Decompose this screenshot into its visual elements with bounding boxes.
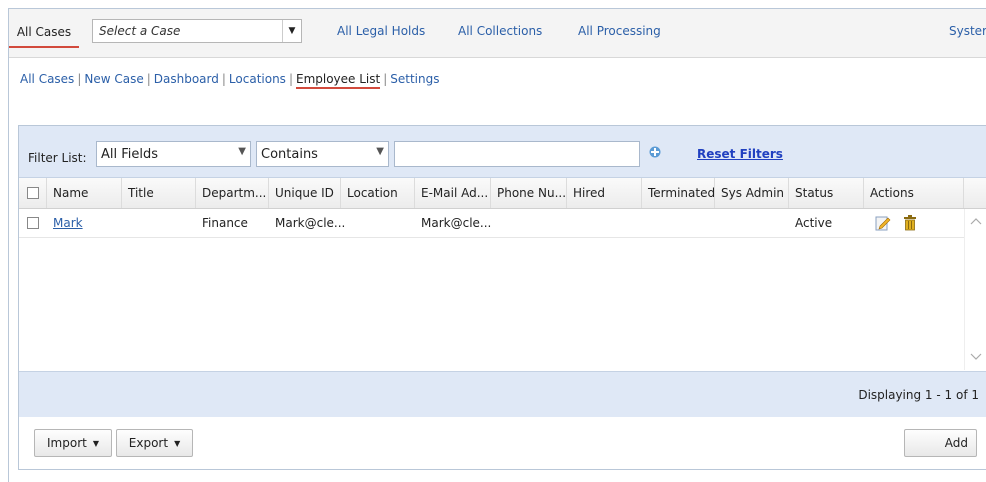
- displaying-count: Displaying 1 - 1 of 1: [858, 388, 979, 402]
- table-row[interactable]: Mark Finance Mark@cle... Mark@cle... Act…: [19, 209, 964, 238]
- tab-all-cases[interactable]: All Cases: [9, 18, 79, 48]
- cell-phone: [491, 209, 497, 237]
- delete-trash-icon[interactable]: [903, 215, 917, 231]
- filter-list-label: Filter List:: [28, 151, 87, 165]
- employee-name-link[interactable]: Mark: [47, 209, 83, 237]
- subnav-employee-list[interactable]: Employee List: [295, 72, 381, 89]
- col-location[interactable]: Location: [341, 178, 415, 208]
- cell-unique-id: Mark@cle...: [275, 216, 346, 230]
- chevron-down-icon: ▼: [238, 146, 246, 157]
- header-select-all[interactable]: [19, 178, 47, 208]
- nav-link-legal-holds[interactable]: All Legal Holds: [337, 24, 425, 38]
- select-all-checkbox[interactable]: [27, 187, 39, 199]
- row-checkbox[interactable]: [27, 217, 39, 229]
- cell-sys-admin: [715, 209, 721, 237]
- cell-department: Finance: [202, 216, 248, 230]
- col-title[interactable]: Title: [122, 178, 196, 208]
- select-case-dropdown[interactable]: Select a Case ▼: [92, 19, 302, 43]
- nav-link-collections[interactable]: All Collections: [458, 24, 542, 38]
- col-sys-admin[interactable]: Sys Admin: [715, 178, 789, 208]
- col-hired[interactable]: Hired: [567, 178, 642, 208]
- import-button[interactable]: Import ▼: [34, 429, 112, 457]
- filter-operator-value: Contains: [261, 147, 318, 162]
- add-filter-icon[interactable]: [649, 146, 661, 158]
- caret-down-icon: ▼: [174, 439, 181, 448]
- filter-value-input[interactable]: [394, 141, 640, 167]
- grid-vertical-scrollbar[interactable]: [964, 209, 986, 370]
- export-button-label: Export: [128, 436, 169, 450]
- grid-paging-bar: Displaying 1 - 1 of 1: [19, 371, 986, 417]
- subnav-settings[interactable]: Settings: [390, 72, 439, 86]
- col-email[interactable]: E-Mail Ad...: [415, 178, 491, 208]
- cell-hired: [567, 209, 573, 237]
- employee-list-panel: Filter List: All Fields ▼ Contains ▼ Res…: [18, 125, 986, 470]
- col-status[interactable]: Status: [789, 178, 864, 208]
- nav-link-system[interactable]: Syster: [949, 24, 986, 38]
- cell-email: Mark@cle...: [421, 216, 492, 230]
- col-unique-id[interactable]: Unique ID: [269, 178, 341, 208]
- add-button[interactable]: Add: [904, 429, 977, 457]
- filter-bar: Filter List: All Fields ▼ Contains ▼ Res…: [19, 126, 986, 178]
- col-terminated[interactable]: Terminated: [642, 178, 715, 208]
- nav-link-processing[interactable]: All Processing: [578, 24, 661, 38]
- reset-filters-link[interactable]: Reset Filters: [697, 147, 783, 161]
- dropdown-arrow-icon[interactable]: ▼: [282, 20, 301, 42]
- subnav-dashboard[interactable]: Dashboard: [154, 72, 219, 86]
- col-phone[interactable]: Phone Nu...: [491, 178, 567, 208]
- scroll-up-icon[interactable]: [970, 217, 982, 225]
- subnav-new-case[interactable]: New Case: [84, 72, 143, 86]
- filter-field-value: All Fields: [101, 147, 159, 162]
- chevron-down-icon: ▼: [376, 146, 384, 157]
- cell-location: [341, 209, 347, 237]
- col-department[interactable]: Departm...: [196, 178, 269, 208]
- col-actions[interactable]: Actions: [864, 178, 964, 208]
- cell-terminated: [642, 209, 648, 237]
- cell-status: Active: [795, 216, 833, 230]
- select-case-placeholder: Select a Case: [99, 24, 181, 38]
- caret-down-icon: ▼: [92, 439, 99, 448]
- cell-title: [122, 209, 128, 237]
- sub-navigation: All Cases | New Case | Dashboard | Locations | E…: [20, 72, 439, 89]
- subnav-locations[interactable]: Locations: [229, 72, 286, 86]
- edit-icon[interactable]: [875, 215, 891, 231]
- filter-operator-select[interactable]: Contains ▼: [256, 141, 389, 167]
- subnav-all-cases[interactable]: All Cases: [20, 72, 74, 86]
- grid-header: Name Title Departm... Unique ID Location…: [19, 178, 986, 209]
- scroll-down-icon[interactable]: [970, 353, 982, 361]
- filter-field-select[interactable]: All Fields ▼: [96, 141, 251, 167]
- export-button[interactable]: Export ▼: [116, 429, 193, 457]
- col-name[interactable]: Name: [47, 178, 122, 208]
- import-button-label: Import: [47, 436, 87, 450]
